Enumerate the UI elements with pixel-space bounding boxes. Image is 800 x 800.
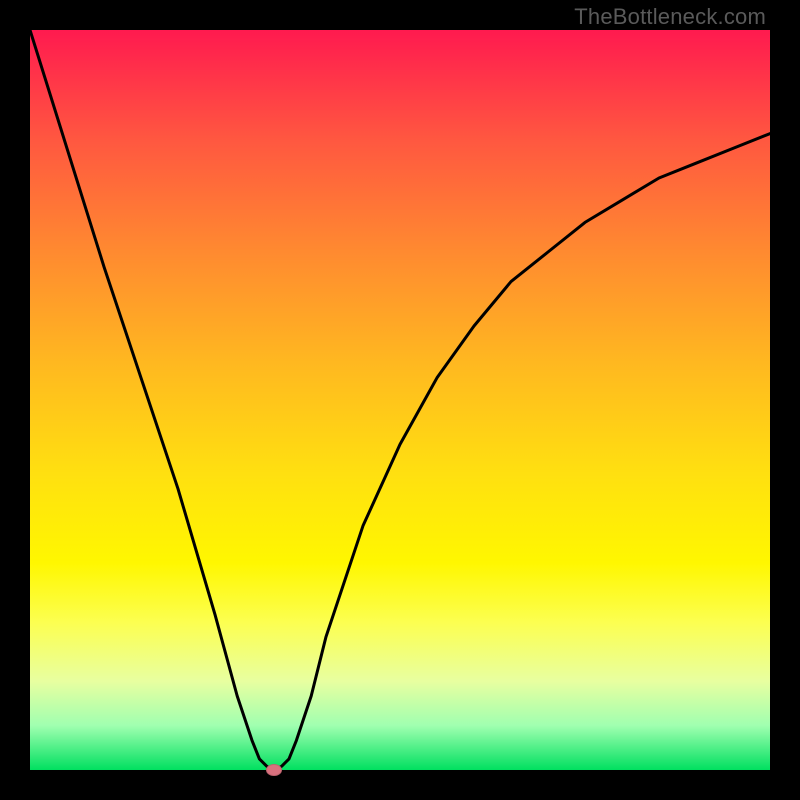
curve-svg — [30, 30, 770, 770]
plot-area — [30, 30, 770, 770]
optimal-point-marker — [266, 764, 282, 776]
chart-frame: TheBottleneck.com — [0, 0, 800, 800]
bottleneck-curve — [30, 30, 770, 770]
watermark-text: TheBottleneck.com — [574, 4, 766, 30]
